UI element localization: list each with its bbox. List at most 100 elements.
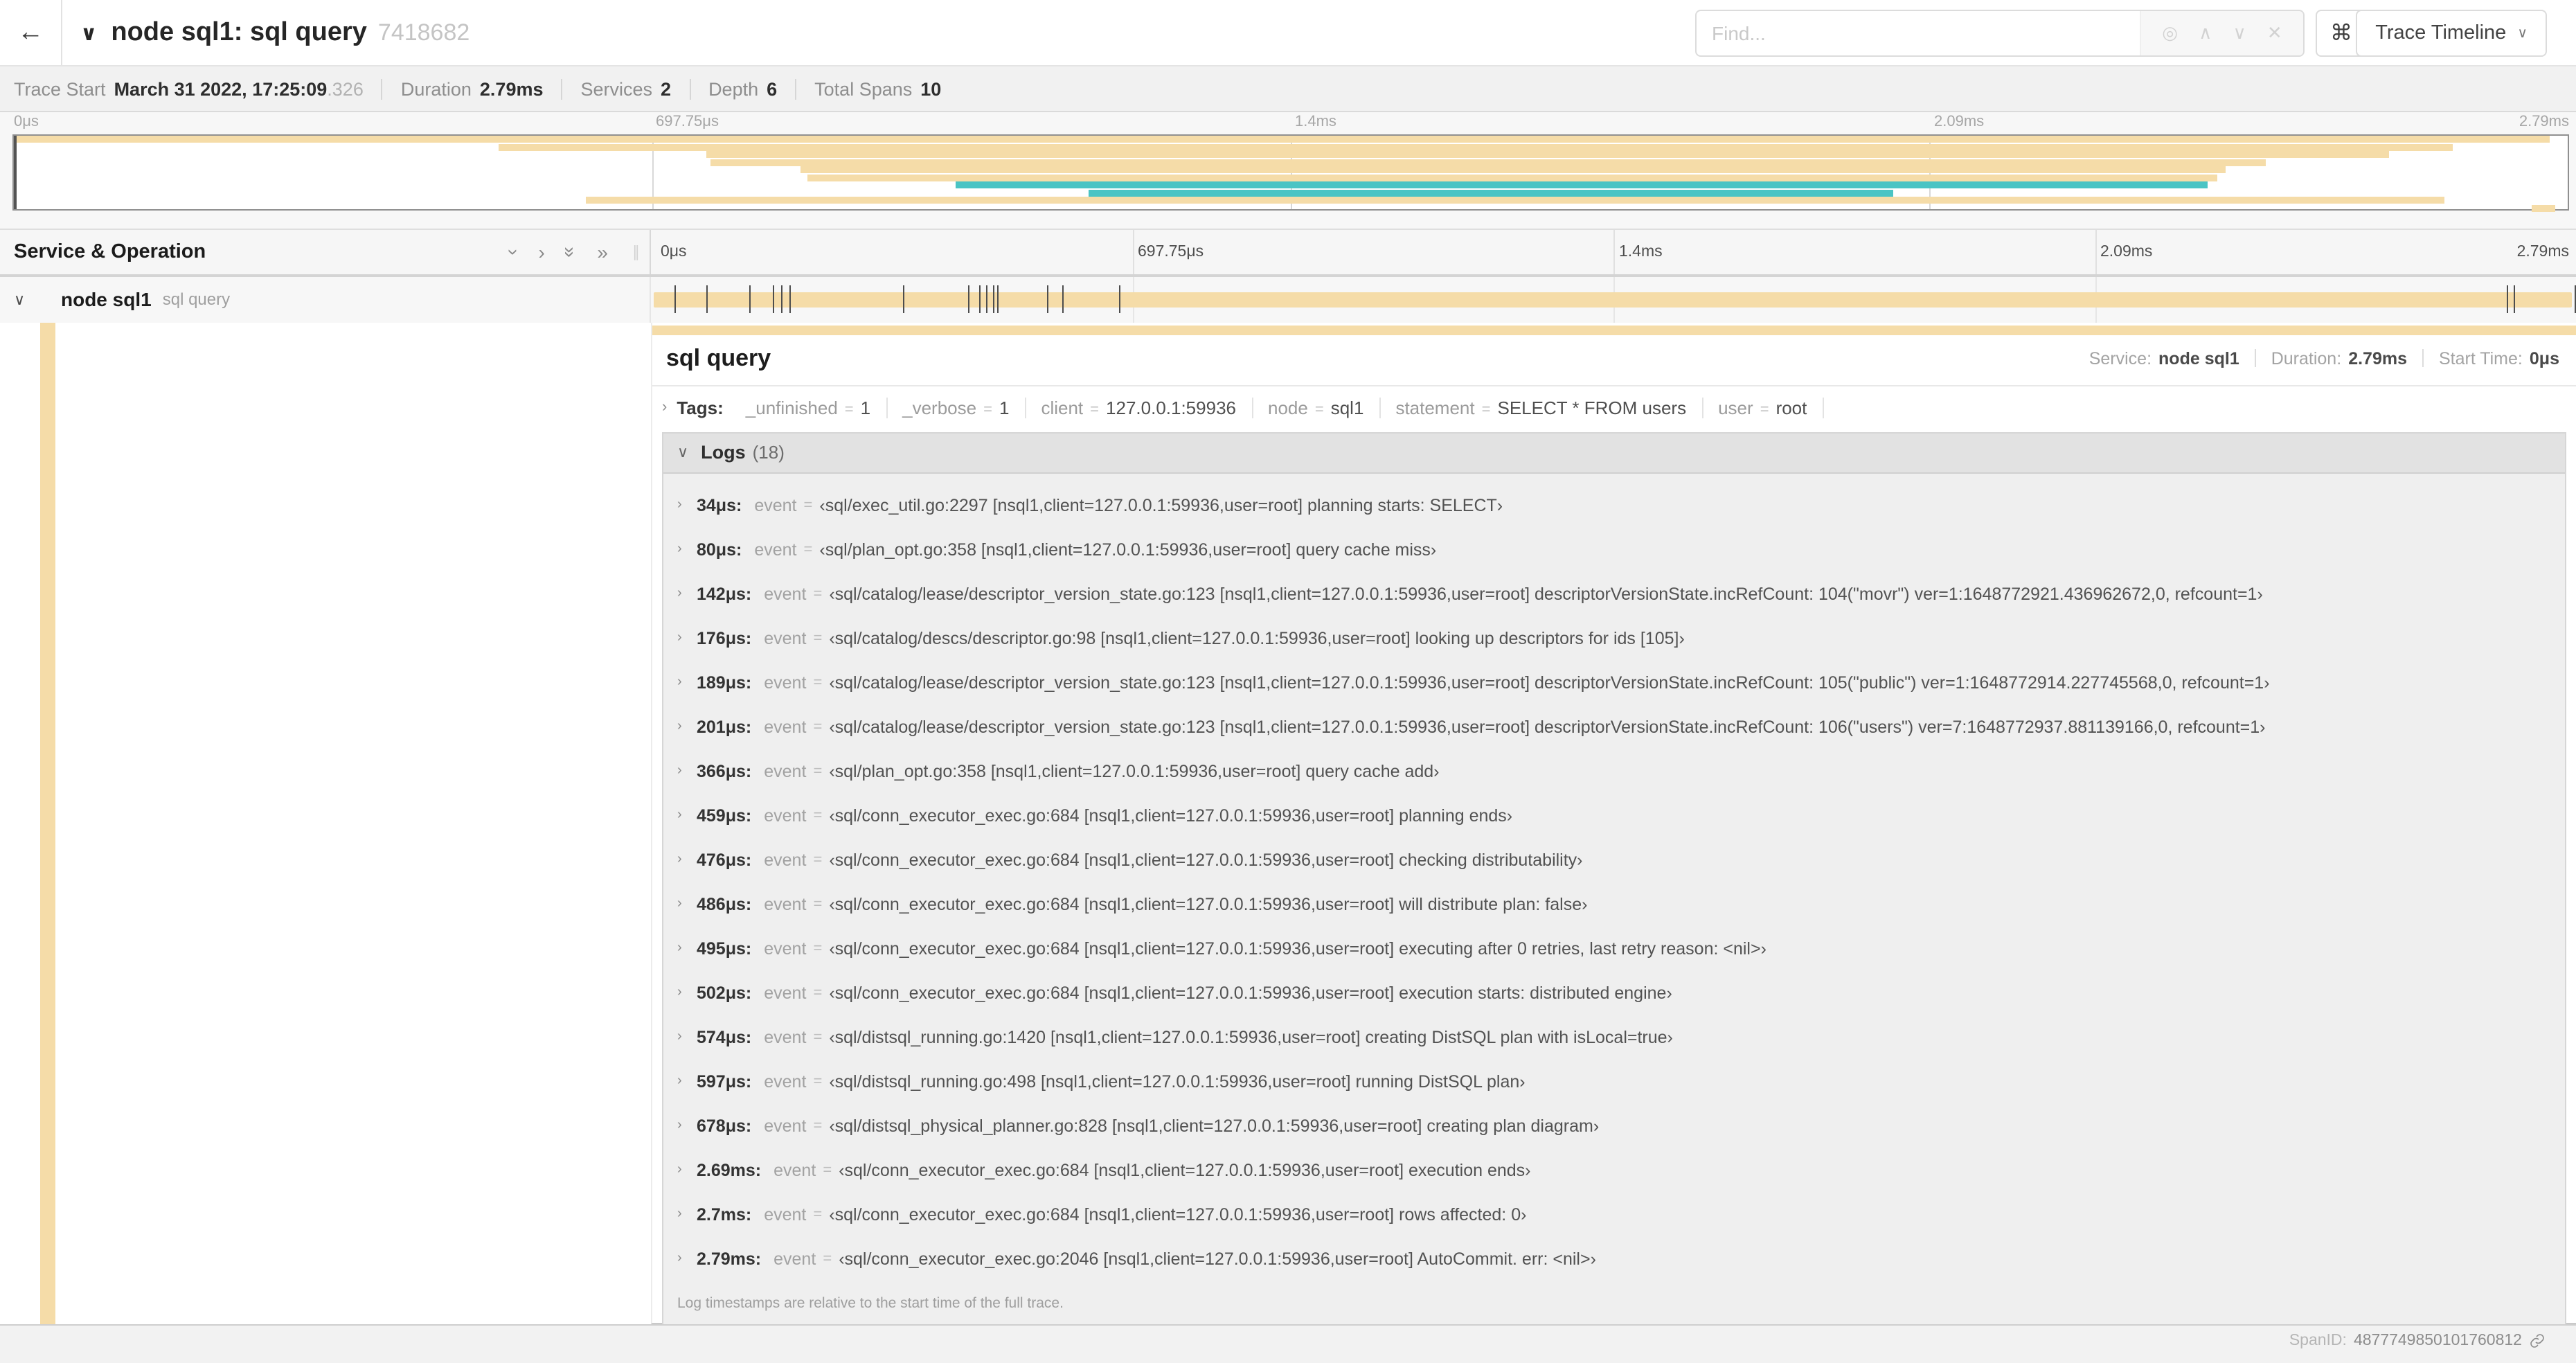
log-equals: = [803, 541, 813, 558]
log-timestamp: 678μs: [697, 1116, 752, 1135]
service-value: node sql1 [2158, 348, 2239, 368]
log-marker[interactable] [2507, 285, 2509, 313]
chevron-right-icon: › [677, 763, 682, 778]
log-entry-row[interactable]: › 80μs: event = ‹sql/plan_opt.go:358 [ns… [663, 527, 2565, 571]
log-marker[interactable] [772, 285, 774, 313]
log-entry-row[interactable]: › 2.7ms: event = ‹sql/conn_executor_exec… [663, 1192, 2565, 1236]
column-resize-grip[interactable]: ∥ [632, 243, 640, 261]
clear-search-icon[interactable]: ✕ [2267, 22, 2282, 44]
minimap-scrubber-handle[interactable] [14, 136, 17, 209]
log-entry-row[interactable]: › 189μs: event = ‹sql/catalog/lease/desc… [663, 660, 2565, 704]
log-entry-row[interactable]: › 678μs: event = ‹sql/distsql_physical_p… [663, 1103, 2565, 1148]
expand-one-chevron-right-icon[interactable]: › [538, 241, 544, 263]
find-input[interactable] [1697, 11, 2140, 55]
log-timestamp: 476μs: [697, 850, 752, 869]
minimap-span-bar [710, 159, 2266, 166]
span-service-name: node sql1 [61, 288, 152, 311]
tag-equals: = [1760, 401, 1769, 418]
minimap-tick-label: 697.75μs [656, 114, 719, 130]
ruler-gridline [1613, 230, 1615, 274]
minimap-span-bar [14, 136, 2550, 143]
log-field-key: event [764, 850, 807, 869]
log-field-key: event [764, 1027, 807, 1046]
log-entry-row[interactable]: › 459μs: event = ‹sql/conn_executor_exec… [663, 793, 2565, 837]
log-marker[interactable] [2574, 285, 2576, 313]
minimap-axis: 0μs 697.75μs 1.4ms 2.09ms 2.79ms [12, 112, 2569, 134]
log-entry-row[interactable]: › 495μs: event = ‹sql/conn_executor_exec… [663, 926, 2565, 970]
collapse-one-chevron-down-icon[interactable]: › [503, 249, 526, 255]
tags-summary-row[interactable]: › Tags: _unfinished = 1 _verbose = 1 cli… [652, 386, 2576, 429]
duration-label: Duration: [2271, 348, 2342, 368]
logs-header[interactable]: ∨ Logs (18) [663, 433, 2565, 473]
next-match-chevron-down-icon[interactable]: ∨ [2233, 22, 2246, 44]
copy-link-icon[interactable] [2529, 1333, 2546, 1349]
log-entry-row[interactable]: › 34μs: event = ‹sql/exec_util.go:2297 [… [663, 483, 2565, 527]
log-entry-row[interactable]: › 597μs: event = ‹sql/distsql_running.go… [663, 1059, 2565, 1103]
log-entry-row[interactable]: › 2.69ms: event = ‹sql/conn_executor_exe… [663, 1148, 2565, 1192]
chevron-right-icon: › [662, 399, 668, 416]
expand-all-double-chevron-right-icon[interactable]: » [597, 241, 608, 263]
detail-span-bar [652, 325, 2576, 335]
log-field-key: event [764, 805, 807, 825]
minimap-tick-label: 2.09ms [1934, 114, 1985, 130]
log-timestamp: 80μs: [697, 540, 742, 559]
divider [795, 78, 797, 99]
tag-key: user [1718, 397, 1753, 418]
trace-collapse-chevron-icon[interactable]: ∨ [80, 20, 97, 45]
chevron-right-icon: › [677, 941, 682, 956]
log-entry-row[interactable]: › 201μs: event = ‹sql/catalog/lease/desc… [663, 704, 2565, 749]
tag-equals: = [1090, 401, 1100, 418]
prev-match-chevron-up-icon[interactable]: ∧ [2199, 22, 2212, 44]
log-entry-row[interactable]: › 366μs: event = ‹sql/plan_opt.go:358 [n… [663, 749, 2565, 793]
tag-value: 1 [999, 397, 1010, 418]
timeline-header-row: Service & Operation › › » » ∥ 0μs 697.75… [0, 229, 2576, 277]
tags-label: Tags: [677, 397, 724, 418]
log-marker[interactable] [781, 285, 783, 313]
log-marker[interactable] [674, 285, 676, 313]
span-row-timeline-cell[interactable] [651, 277, 2576, 322]
minimap-span-bar [706, 151, 2389, 159]
log-entry-row[interactable]: › 574μs: event = ‹sql/distsql_running.go… [663, 1015, 2565, 1059]
chevron-right-icon: › [677, 497, 682, 513]
log-marker[interactable] [1118, 285, 1120, 313]
log-marker[interactable] [967, 285, 969, 313]
log-entry-row[interactable]: › 486μs: event = ‹sql/conn_executor_exec… [663, 882, 2565, 926]
depth-value: 6 [767, 78, 778, 99]
log-marker[interactable] [706, 285, 708, 313]
view-selector-button[interactable]: Trace Timeline ∨ [2356, 10, 2547, 57]
log-entry-row[interactable]: › 476μs: event = ‹sql/conn_executor_exec… [663, 837, 2565, 882]
span-id-row: SpanID: 4877749850101760812 [2289, 1333, 2546, 1349]
log-marker[interactable] [1062, 285, 1064, 313]
focus-target-icon[interactable]: ◎ [2162, 22, 2178, 44]
divider [689, 78, 691, 99]
log-entry-row[interactable]: › 502μs: event = ‹sql/conn_executor_exec… [663, 970, 2565, 1015]
collapse-all-double-chevron-down-icon[interactable]: » [560, 247, 582, 258]
log-entry-row[interactable]: › 142μs: event = ‹sql/catalog/lease/desc… [663, 571, 2565, 616]
log-field-key: event [754, 495, 797, 515]
log-marker[interactable] [986, 285, 988, 313]
log-field-key: event [764, 672, 807, 692]
span-row-name-cell[interactable]: ∨ node sql1 sql query [0, 277, 651, 322]
span-row-node-sql1[interactable]: ∨ node sql1 sql query [0, 277, 2576, 322]
minimap-tick-label: 0μs [14, 114, 39, 130]
logs-title: Logs [701, 442, 746, 463]
logs-section: ∨ Logs (18) › 34μs: event = ‹sql/exec_ut… [662, 431, 2566, 1326]
log-entry-row[interactable]: › 176μs: event = ‹sql/catalog/descs/desc… [663, 616, 2565, 660]
log-marker[interactable] [997, 285, 999, 313]
minimap-canvas[interactable] [12, 134, 2569, 212]
log-marker[interactable] [749, 285, 751, 313]
log-marker[interactable] [992, 285, 994, 313]
log-marker[interactable] [979, 285, 981, 313]
collapse-chevron-down-icon[interactable]: ∨ [14, 291, 61, 309]
service-operation-title: Service & Operation [14, 241, 206, 263]
log-marker[interactable] [903, 285, 905, 313]
duration-value: 2.79ms [479, 78, 544, 99]
back-button[interactable]: ← [0, 0, 62, 65]
log-marker[interactable] [1046, 285, 1048, 313]
log-equals: = [813, 718, 823, 735]
log-entry-row[interactable]: › 2.79ms: event = ‹sql/conn_executor_exe… [663, 1236, 2565, 1281]
log-equals: = [813, 984, 823, 1001]
log-marker[interactable] [2514, 285, 2516, 313]
log-marker[interactable] [789, 285, 791, 313]
log-field-key: event [764, 938, 807, 958]
